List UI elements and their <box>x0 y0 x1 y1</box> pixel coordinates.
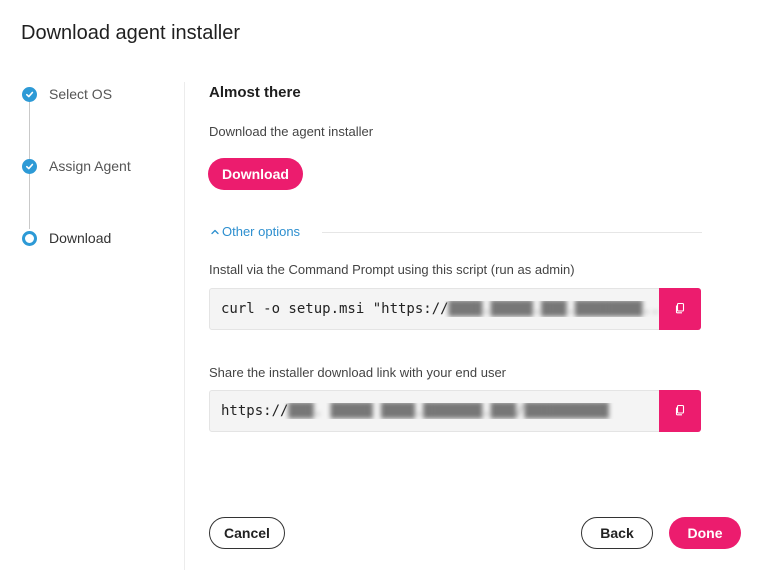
script-box[interactable]: curl -o setup.msi "https://████.█████.██… <box>209 288 701 330</box>
vertical-divider <box>184 82 185 570</box>
other-options-toggle[interactable]: Other options <box>208 224 300 239</box>
step-download[interactable]: Download <box>22 230 111 246</box>
chevron-up-icon <box>208 225 222 239</box>
download-button[interactable]: Download <box>208 158 303 190</box>
other-options-label: Other options <box>222 224 301 239</box>
copy-icon <box>674 302 686 317</box>
options-divider <box>322 232 702 233</box>
radio-circle-icon <box>22 230 37 246</box>
dialog-title: Download agent installer <box>21 22 241 44</box>
step-label: Assign Agent <box>49 158 131 174</box>
script-prefix: curl -o setup.msi "https:// <box>221 301 449 317</box>
back-button[interactable]: Back <box>581 517 653 549</box>
check-circle-icon <box>22 158 37 174</box>
copy-script-button[interactable] <box>659 288 701 330</box>
section-heading: Almost there <box>209 84 301 101</box>
step-label: Download <box>49 230 112 246</box>
copy-icon <box>674 404 686 419</box>
download-description: Download the agent installer <box>209 124 374 139</box>
script-redacted: ████.█████.███.████████... <box>448 301 659 317</box>
link-box[interactable]: https://███. █████ ████.███████.███/████… <box>209 390 701 432</box>
script-label: Install via the Command Prompt using thi… <box>209 262 575 277</box>
step-select-os[interactable]: Select OS <box>22 86 112 102</box>
link-prefix: https:// <box>221 403 289 419</box>
script-text[interactable]: curl -o setup.msi "https://████.█████.██… <box>210 301 659 317</box>
done-button[interactable]: Done <box>669 517 741 549</box>
link-redacted: ███. █████ ████.███████.███/██████████ <box>288 403 609 419</box>
step-label: Select OS <box>49 86 113 102</box>
step-assign-agent[interactable]: Assign Agent <box>22 158 131 174</box>
copy-link-button[interactable] <box>659 390 701 432</box>
link-text[interactable]: https://███. █████ ████.███████.███/████… <box>210 403 659 419</box>
cancel-button[interactable]: Cancel <box>209 517 285 549</box>
link-label: Share the installer download link with y… <box>209 365 507 380</box>
check-circle-icon <box>22 86 37 102</box>
